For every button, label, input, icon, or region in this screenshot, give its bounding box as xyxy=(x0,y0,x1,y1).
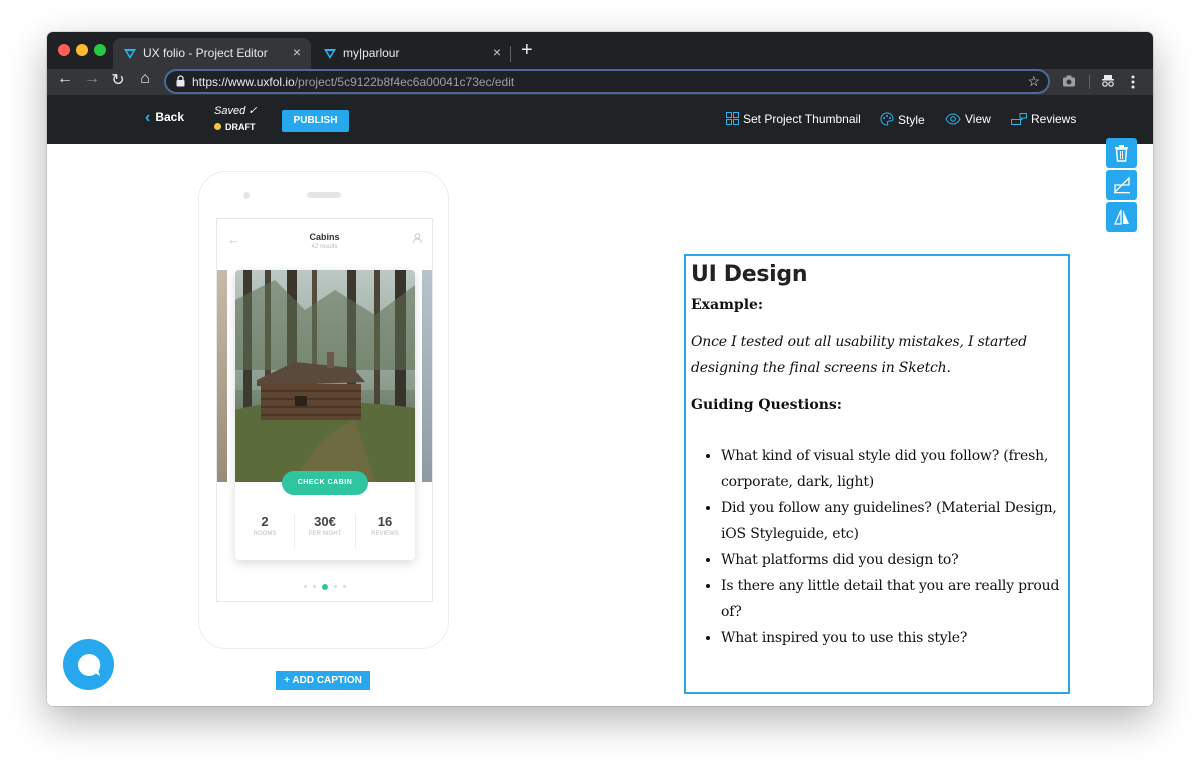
next-card-peek xyxy=(422,270,432,482)
pagination-dots xyxy=(217,578,432,596)
reload-icon[interactable]: ↻ xyxy=(108,70,128,90)
lock-icon xyxy=(176,75,185,87)
zoom-window-button[interactable] xyxy=(94,44,106,56)
url-origin: https://www.uxfol.io xyxy=(192,75,295,89)
draft-badge: DRAFT xyxy=(214,122,256,132)
saved-status: Saved ✓ xyxy=(214,105,258,117)
delete-block-button[interactable] xyxy=(1106,138,1137,168)
pagination-dot xyxy=(303,585,307,589)
list-item: What kind of visual style did you follow… xyxy=(721,443,1063,495)
view-button[interactable]: View xyxy=(945,112,991,126)
tab-myparlour[interactable]: my|parlour × xyxy=(313,38,511,69)
new-tab-button[interactable]: + xyxy=(521,39,533,62)
guiding-questions-label: Guiding Questions: xyxy=(691,397,842,413)
phone-mockup[interactable]: ← Cabins 42 results CHECK CABIN 2 ROOMS … xyxy=(198,171,449,649)
pagination-dot-active xyxy=(321,583,328,590)
trash-icon xyxy=(1115,145,1128,162)
list-item: What inspired you to use this style? xyxy=(721,625,1063,651)
pagination-dot xyxy=(312,585,316,589)
flip-vertical-button[interactable] xyxy=(1106,170,1137,200)
questions-list: What kind of visual style did you follow… xyxy=(691,443,1063,651)
url-path: /project/5c9122b8f4ec6a00041c73ec/edit xyxy=(294,75,515,89)
tab-ux-folio[interactable]: UX folio - Project Editor × xyxy=(113,38,311,69)
example-text: Once I tested out all usability mistakes… xyxy=(691,334,1027,376)
user-icon xyxy=(413,233,422,243)
tab-title: my|parlour xyxy=(343,46,400,60)
minimize-window-button[interactable] xyxy=(76,44,88,56)
draft-dot-icon xyxy=(214,123,221,130)
set-thumbnail-button[interactable]: Set Project Thumbnail xyxy=(726,112,861,126)
bookmark-star-icon[interactable]: ☆ xyxy=(1027,73,1040,90)
camera-icon[interactable] xyxy=(1062,75,1076,87)
chevron-left-icon: ‹ xyxy=(145,109,151,126)
section-heading: UI Design xyxy=(691,262,808,287)
browser-window: UX folio - Project Editor × my|parlour ×… xyxy=(47,32,1153,706)
stat-rooms: 2 ROOMS xyxy=(253,514,277,537)
cabin-stats: 2 ROOMS 30€ PER NIGHT 16 REVIEWS xyxy=(235,506,415,552)
stat-reviews: 16 REVIEWS xyxy=(371,514,399,537)
flip-horizontal-button[interactable] xyxy=(1106,202,1137,232)
publish-button[interactable]: PUBLISH xyxy=(282,110,349,132)
phone-screen: ← Cabins 42 results CHECK CABIN 2 ROOMS … xyxy=(216,218,433,602)
example-label: Example: xyxy=(691,297,764,313)
incognito-icon[interactable] xyxy=(1101,74,1115,88)
grid-icon xyxy=(726,112,739,125)
screen-title: Cabins xyxy=(309,232,340,242)
palette-icon xyxy=(880,112,894,126)
check-cabin-button: CHECK CABIN xyxy=(282,471,368,495)
close-window-button[interactable] xyxy=(58,44,70,56)
close-tab-icon[interactable]: × xyxy=(493,44,501,60)
flip-horizontal-icon xyxy=(1114,209,1129,225)
screen-subtitle: 42 results xyxy=(311,244,338,250)
list-item: Did you follow any guidelines? (Material… xyxy=(721,495,1063,547)
chat-bubble-icon xyxy=(78,653,101,676)
tab-bar: UX folio - Project Editor × my|parlour ×… xyxy=(47,32,1153,69)
flip-vertical-icon xyxy=(1114,176,1130,194)
home-icon[interactable]: ⌂ xyxy=(135,70,155,88)
cabin-card: CHECK CABIN 2 ROOMS 30€ PER NIGHT 16 REVIEW… xyxy=(235,270,415,560)
add-caption-button[interactable]: + ADD CAPTION xyxy=(276,671,370,690)
forward-arrow-icon[interactable]: → xyxy=(82,70,102,88)
reviews-icon xyxy=(1011,113,1027,125)
uxfolio-favicon-icon xyxy=(124,49,136,59)
eye-icon xyxy=(945,113,961,125)
style-button[interactable]: Style xyxy=(880,112,925,127)
list-item: Is there any little detail that you are … xyxy=(721,573,1063,625)
url-text: https://www.uxfol.io/project/5c9122b8f4e… xyxy=(192,75,514,89)
uxfolio-favicon-icon xyxy=(324,49,336,59)
address-bar[interactable]: https://www.uxfol.io/project/5c9122b8f4e… xyxy=(164,69,1050,94)
pagination-dot xyxy=(333,585,337,589)
phone-speaker xyxy=(307,192,341,198)
pagination-dot xyxy=(342,585,346,589)
stat-per-night: 30€ PER NIGHT xyxy=(308,514,342,537)
phone-camera xyxy=(243,192,250,199)
back-button[interactable]: ‹ Back xyxy=(145,109,184,127)
tab-title: UX folio - Project Editor xyxy=(143,46,268,60)
chat-widget-button[interactable] xyxy=(63,639,114,690)
prev-card-peek xyxy=(217,270,227,482)
editor-canvas: ← Cabins 42 results CHECK CABIN 2 ROOMS … xyxy=(47,138,1153,706)
reviews-button[interactable]: Reviews xyxy=(1011,112,1076,126)
tab-divider xyxy=(510,46,511,62)
editor-header: ‹ Back Saved ✓ DRAFT PUBLISH Set Project … xyxy=(47,95,1153,144)
forest-cabin-photo xyxy=(235,270,415,482)
text-block-editor[interactable]: UI Design Example: Once I tested out all… xyxy=(684,254,1070,694)
menu-dots-icon[interactable] xyxy=(1131,75,1135,89)
back-arrow-icon[interactable]: ← xyxy=(55,70,75,88)
list-item: What platforms did you design to? xyxy=(721,547,1063,573)
toolbar-divider xyxy=(1089,75,1090,89)
close-tab-icon[interactable]: × xyxy=(293,44,301,60)
browser-toolbar: ← → ↻ ⌂ https://www.uxfol.io/project/5c9… xyxy=(47,69,1153,95)
